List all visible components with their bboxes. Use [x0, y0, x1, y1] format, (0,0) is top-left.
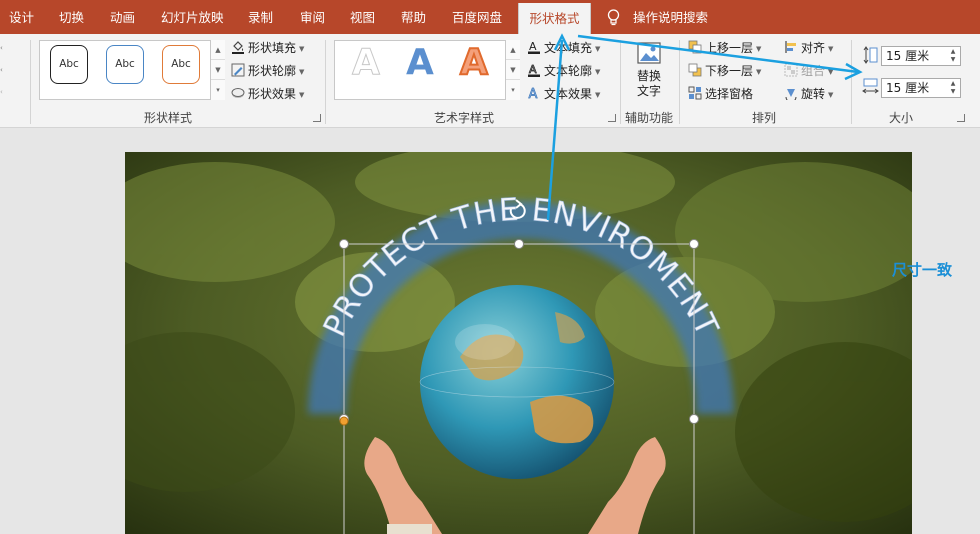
chevron-down-icon[interactable]: ‹	[0, 88, 3, 96]
shape-effects-button[interactable]: 形状效果 ▼	[231, 84, 304, 104]
width-spinner-icon[interactable]: ▲ ▼	[948, 80, 958, 96]
alt-text-label-2: 文字	[636, 84, 661, 98]
rotate-label: 旋转	[801, 87, 826, 101]
rotate-button[interactable]: 旋转 ▼	[784, 84, 833, 104]
send-backward-button[interactable]: 下移一层 ▼	[688, 61, 761, 81]
text-effects-button[interactable]: A 文本效果 ▼	[527, 84, 600, 104]
paint-bucket-icon	[232, 41, 244, 54]
group-label-size: 大小	[889, 111, 914, 125]
bring-forward-icon	[688, 40, 702, 54]
height-spinner-icon[interactable]: ▲ ▼	[948, 48, 958, 64]
shape-effects-icon	[231, 88, 245, 98]
shape-outline-button[interactable]: 形状轮廓 ▼	[231, 61, 304, 81]
group-label-accessibility: 辅助功能	[625, 111, 674, 125]
wordart-preset-3[interactable]: A	[459, 41, 489, 84]
lightbulb-icon	[607, 9, 620, 26]
tab-shape-format[interactable]: 形状格式	[518, 3, 591, 34]
send-backward-label: 下移一层	[705, 64, 754, 78]
group-icon	[784, 63, 798, 77]
dialog-launcher-icon[interactable]	[957, 114, 965, 122]
selection-pane-button[interactable]: 选择窗格	[688, 84, 753, 104]
gallery-up-icon[interactable]: ▲	[211, 40, 225, 60]
svg-text:A: A	[529, 87, 538, 100]
group-separator	[851, 40, 852, 124]
shape-fill-button[interactable]: 形状填充 ▼	[231, 38, 304, 58]
gallery-scroll[interactable]: ▲ ▼ ▾	[210, 40, 225, 100]
ribbon-tab-bar: 设计 切换 动画 幻灯片放映 录制 审阅 视图 帮助 百度网盘 形状格式 操作说…	[0, 0, 980, 34]
gallery-more-icon[interactable]: ▾	[211, 80, 225, 100]
pencil-outline-icon	[231, 63, 245, 77]
alt-text-button[interactable]: 替换 文字	[624, 39, 674, 105]
tab-slideshow[interactable]: 幻灯片放映	[161, 0, 224, 34]
shape-style-preset-3[interactable]: Abc	[162, 45, 200, 84]
selection-pane-label: 选择窗格	[705, 87, 754, 101]
tab-help[interactable]: 帮助	[401, 0, 426, 34]
wordart-preset-2[interactable]: A	[406, 42, 434, 83]
gallery-down-icon[interactable]: ▼	[506, 60, 520, 80]
shape-width-input[interactable]: 15 厘米 ▲ ▼	[881, 78, 961, 98]
text-effects-label: 文本效果	[544, 87, 593, 101]
selection-pane-icon	[688, 86, 702, 100]
bring-forward-label: 上移一层	[705, 41, 754, 55]
shape-style-preset-2[interactable]: Abc	[106, 45, 144, 84]
alt-text-icon	[637, 42, 661, 64]
group-separator	[325, 40, 326, 124]
group-label: 组合	[801, 64, 826, 78]
tab-transitions[interactable]: 切换	[59, 0, 84, 34]
slide-editing-area: PROTECT THE ENVIROMENT 尺寸一致	[0, 128, 980, 534]
wordart-gallery-scroll[interactable]: ▲ ▼ ▾	[505, 40, 520, 100]
tab-design[interactable]: 设计	[9, 0, 34, 34]
shape-width-value: 15 厘米	[886, 81, 930, 95]
align-label: 对齐	[801, 41, 826, 55]
text-effects-icon: A	[528, 87, 538, 100]
tab-animations[interactable]: 动画	[110, 0, 135, 34]
alt-text-label-1: 替换	[636, 69, 661, 83]
svg-text:A: A	[529, 63, 537, 76]
group-label-wordart-styles: 艺术字样式	[434, 111, 495, 125]
shape-outline-label: 形状轮廓	[248, 64, 297, 78]
shape-height-input[interactable]: 15 厘米 ▲ ▼	[881, 46, 961, 66]
gallery-up-icon[interactable]: ▲	[506, 40, 520, 60]
group-label-arrange: 排列	[752, 111, 777, 125]
shape-effects-label: 形状效果	[248, 87, 297, 101]
tab-view[interactable]: 视图	[350, 0, 375, 34]
text-fill-label: 文本填充	[544, 41, 593, 55]
shape-fill-label: 形状填充	[248, 41, 297, 55]
group-separator	[679, 40, 680, 124]
tell-me-search[interactable]: 操作说明搜索	[633, 0, 708, 34]
align-icon	[785, 41, 796, 53]
send-backward-icon	[688, 63, 702, 77]
bring-forward-button[interactable]: 上移一层 ▼	[688, 38, 761, 58]
group-separator	[620, 40, 621, 124]
svg-text:A: A	[529, 40, 537, 53]
wordart-preset-1[interactable]: A	[352, 42, 381, 84]
align-button[interactable]: 对齐 ▼	[784, 38, 833, 58]
shape-width-icon	[862, 78, 879, 94]
text-outline-button[interactable]: A 文本轮廓 ▼	[527, 61, 600, 81]
group-separator	[30, 40, 31, 124]
shape-height-value: 15 厘米	[886, 49, 930, 63]
text-fill-button[interactable]: A 文本填充 ▼	[527, 38, 600, 58]
group-label-shape-styles: 形状样式	[144, 111, 193, 125]
group-button[interactable]: 组合 ▼	[784, 61, 833, 81]
gallery-more-icon[interactable]: ▾	[506, 80, 520, 100]
tab-record[interactable]: 录制	[248, 0, 273, 34]
rotate-icon	[785, 89, 797, 100]
chevron-down-icon[interactable]: ‹	[0, 66, 3, 74]
dialog-launcher-icon[interactable]	[608, 114, 616, 122]
text-outline-label: 文本轮廓	[544, 64, 593, 78]
ribbon: ‹ ‹ ‹ Abc Abc Abc ▲ ▼ ▾ 形状填充 ▼ 形状轮廓 ▼ 形状效果…	[0, 34, 980, 128]
slide-photo: PROTECT THE ENVIROMENT	[125, 152, 912, 534]
tab-baidu-netdisk[interactable]: 百度网盘	[452, 0, 502, 34]
dialog-launcher-icon[interactable]	[313, 114, 321, 122]
text-outline-icon: A	[528, 63, 540, 77]
size-consistent-annotation: 尺寸一致	[892, 261, 953, 279]
gallery-down-icon[interactable]: ▼	[211, 60, 225, 80]
shape-style-preset-1[interactable]: Abc	[50, 45, 88, 84]
text-fill-icon: A	[528, 40, 540, 54]
slide[interactable]: PROTECT THE ENVIROMENT	[125, 152, 912, 534]
shape-height-icon	[863, 46, 878, 64]
tab-review[interactable]: 审阅	[300, 0, 325, 34]
chevron-down-icon[interactable]: ‹	[0, 44, 3, 52]
